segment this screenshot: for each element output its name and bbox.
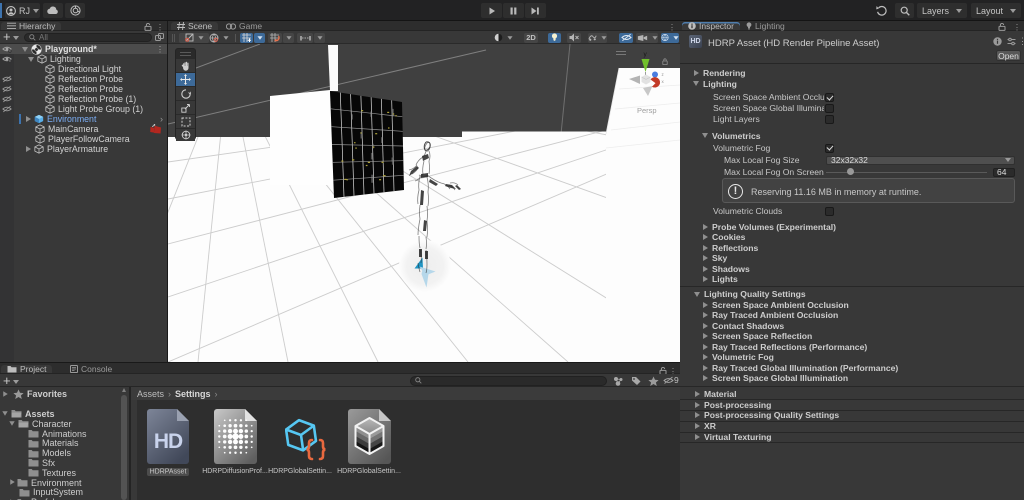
svg-text:Persp: Persp: [637, 106, 657, 115]
svg-text:HD: HD: [154, 430, 183, 453]
